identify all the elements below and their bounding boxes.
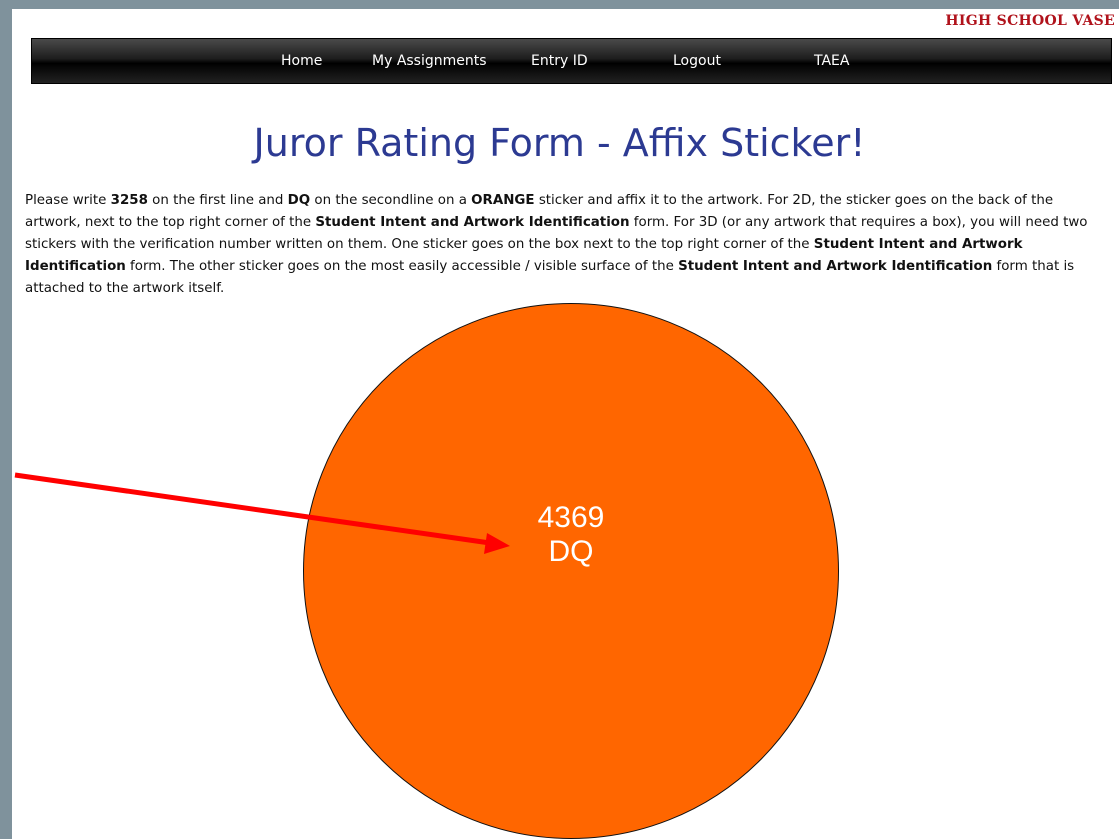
red-arrow-icon <box>14 472 510 554</box>
